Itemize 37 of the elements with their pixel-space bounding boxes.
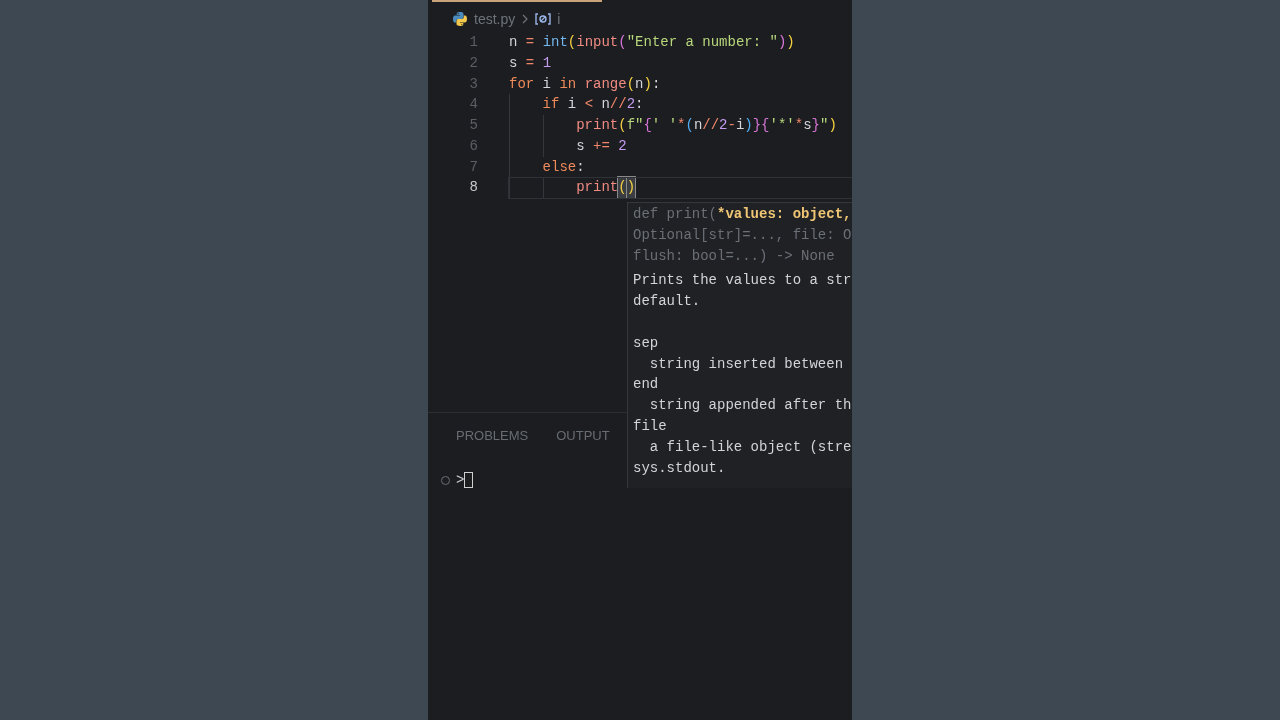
panel-tab[interactable]: PROBLEMS [456, 426, 529, 446]
code-line: else: [509, 156, 852, 178]
line-number: 8 [468, 178, 479, 198]
doc-line: Prints the values to a str [633, 271, 852, 291]
doc-line: sys.stdout. [633, 458, 727, 478]
code-line: if i < n//2: [509, 94, 852, 116]
line-number: 1 [468, 32, 479, 52]
line-number: 2 [468, 53, 479, 73]
doc-line: string appended after th [648, 396, 852, 416]
line-number: 3 [468, 74, 479, 94]
signature-line: def print(*values: object, [633, 205, 852, 224]
code-line: s = 1 [509, 53, 553, 73]
doc-line: string inserted between [648, 354, 845, 374]
terminal-prompt: > [456, 470, 465, 490]
doc-line: file [633, 416, 668, 436]
signature-line: flush: bool=...) -> None [633, 246, 836, 266]
code-line: for i in range(n): [509, 74, 662, 94]
doc-line: sep [633, 333, 660, 353]
python-icon [452, 11, 468, 27]
line-number: 7 [468, 157, 479, 177]
doc-line: a file-like object (stre [648, 437, 852, 457]
breadcrumb-symbol[interactable]: i [557, 8, 561, 30]
variable-icon [535, 13, 552, 25]
line-number: 5 [468, 116, 479, 136]
code-line: n = int(input("Enter a number: ")) [509, 32, 796, 52]
signature-line: Optional[str]=..., file: O [633, 225, 852, 245]
code-line: print() [509, 177, 852, 199]
line-number: 4 [468, 95, 479, 115]
code-line: print(f"{' '*(n//2-i)}{'*'*s}") [509, 115, 852, 136]
panel-tab[interactable]: OUTPUT [556, 426, 610, 446]
doc-line: default. [633, 292, 702, 312]
terminal-cursor [464, 472, 474, 488]
doc-line: end [633, 375, 660, 395]
line-number: 6 [468, 136, 479, 156]
breadcrumb-file[interactable]: test.py [474, 8, 516, 30]
chevron-right-icon [521, 14, 530, 24]
code-line: s += 2 [509, 136, 852, 157]
